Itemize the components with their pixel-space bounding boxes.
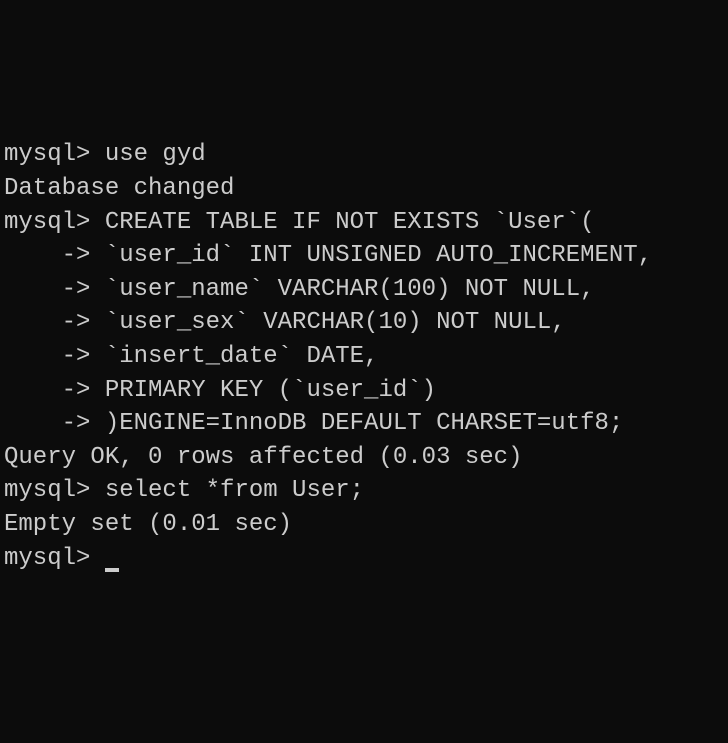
terminal-line: -> `user_id` INT UNSIGNED AUTO_INCREMENT… xyxy=(4,239,724,273)
terminal-line: Empty set (0.01 sec) xyxy=(4,508,724,542)
terminal-line: -> `user_name` VARCHAR(100) NOT NULL, xyxy=(4,273,724,307)
terminal-line: Query OK, 0 rows affected (0.03 sec) xyxy=(4,441,724,475)
terminal-prompt: mysql> xyxy=(4,545,105,572)
terminal-line: -> `insert_date` DATE, xyxy=(4,340,724,374)
terminal-line: Database changed xyxy=(4,172,724,206)
terminal-line: mysql> use gyd xyxy=(4,138,724,172)
terminal-line: -> )ENGINE=InnoDB DEFAULT CHARSET=utf8; xyxy=(4,407,724,441)
terminal-output[interactable]: mysql> use gydDatabase changedmysql> CRE… xyxy=(4,138,724,575)
terminal-line: mysql> select *from User; xyxy=(4,474,724,508)
cursor-icon xyxy=(105,568,119,572)
terminal-line: -> `user_sex` VARCHAR(10) NOT NULL, xyxy=(4,306,724,340)
terminal-line: mysql> CREATE TABLE IF NOT EXISTS `User`… xyxy=(4,206,724,240)
terminal-line: -> PRIMARY KEY (`user_id`) xyxy=(4,374,724,408)
